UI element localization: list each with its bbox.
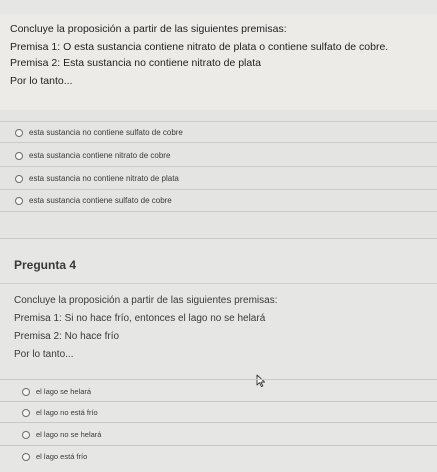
radio-button[interactable] <box>22 387 30 396</box>
divider <box>0 379 437 380</box>
question-4-prompt: Concluye la proposición a partir de las … <box>14 295 278 306</box>
question-3-premise-1: Premisa 1: O esta sustancia contiene nit… <box>10 41 389 53</box>
option-label: el lago se helará <box>36 387 92 396</box>
divider <box>0 121 437 122</box>
divider <box>0 238 437 239</box>
question-3-option-4[interactable]: esta sustancia contiene sulfato de cobre <box>15 196 437 205</box>
question-3-option-3[interactable]: esta sustancia no contiene nitrato de pl… <box>15 174 437 183</box>
question-4-heading: Pregunta 4 <box>14 258 77 272</box>
question-4-therefore: Por lo tanto... <box>14 349 74 360</box>
option-label: el lago está frío <box>36 452 88 461</box>
radio-button[interactable] <box>15 174 23 183</box>
question-4-option-3[interactable]: el lago no se helará <box>22 430 437 439</box>
option-label: el lago no está frío <box>36 408 98 417</box>
divider <box>0 142 437 143</box>
question-4-option-2[interactable]: el lago no está frío <box>22 408 437 417</box>
divider <box>0 166 437 167</box>
option-label: esta sustancia contiene sulfato de cobre <box>29 196 172 205</box>
question-4-option-1[interactable]: el lago se helará <box>22 387 437 396</box>
question-4-option-4[interactable]: el lago está frío <box>22 452 437 461</box>
divider <box>0 283 437 284</box>
question-4-premise-1: Premisa 1: Si no hace frío, entonces el … <box>14 313 266 324</box>
radio-button[interactable] <box>22 452 30 461</box>
radio-button[interactable] <box>22 430 30 439</box>
question-3-option-1[interactable]: esta sustancia no contiene sulfato de co… <box>15 128 437 137</box>
radio-button[interactable] <box>22 408 30 417</box>
divider <box>0 422 437 423</box>
divider <box>0 189 437 190</box>
radio-button[interactable] <box>15 128 23 137</box>
option-label: esta sustancia contiene nitrato de cobre <box>29 151 171 160</box>
option-label: el lago no se helará <box>36 430 102 439</box>
question-4-premise-2: Premisa 2: No hace frío <box>14 331 120 342</box>
top-strip <box>0 0 437 14</box>
divider <box>0 401 437 402</box>
divider <box>0 211 437 212</box>
option-label: esta sustancia no contiene sulfato de co… <box>29 128 183 137</box>
question-3-option-2[interactable]: esta sustancia contiene nitrato de cobre <box>15 151 437 160</box>
divider <box>0 445 437 446</box>
question-3-prompt: Concluye la proposición a partir de las … <box>10 23 287 35</box>
question-3-premise-2: Premisa 2: Esta sustancia no contiene ni… <box>10 57 261 69</box>
option-label: esta sustancia no contiene nitrato de pl… <box>29 174 179 183</box>
question-3-therefore: Por lo tanto... <box>10 75 73 87</box>
radio-button[interactable] <box>15 196 23 205</box>
radio-button[interactable] <box>15 151 23 160</box>
